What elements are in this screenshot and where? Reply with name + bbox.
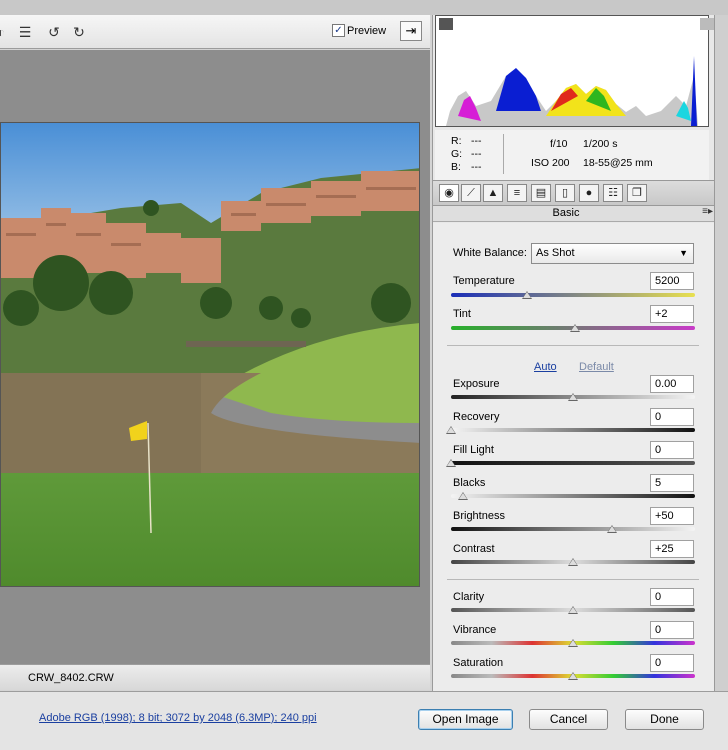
aperture-value: f/10 [550,138,568,150]
histogram [435,15,714,127]
adjustments-panel: R: --- G: --- B: --- f/10 1/200 s ISO 20… [432,15,715,691]
preview-area [0,50,430,664]
blacks-slider-track[interactable] [451,494,695,498]
window-top-strip [0,0,728,15]
contrast-slider-thumb[interactable] [568,558,578,566]
section-divider [447,579,699,580]
default-link[interactable]: Default [579,361,614,373]
blacks-label: Blacks [453,477,486,489]
split-toning-tab-icon[interactable]: ▤ [531,184,551,202]
clarity-slider-thumb[interactable] [568,606,578,614]
temperature-slider-thumb[interactable] [521,291,532,299]
chevron-down-icon: ▼ [679,248,688,258]
rotate-right-icon[interactable]: ↻ [70,23,88,41]
golf-course-image [1,123,419,586]
crop-icon[interactable]: ◐ [0,23,10,41]
saturation-field[interactable]: 0 [650,654,694,672]
blacks-field[interactable]: 5 [650,474,694,492]
b-label: B: [451,161,461,173]
basic-controls: White Balance: As Shot ▼ Temperature 520… [433,223,715,691]
panel-title: Basic [552,207,580,219]
brightness-slider-thumb[interactable] [607,525,618,533]
vibrance-slider-thumb[interactable] [568,639,578,647]
detail-tab-icon[interactable]: ▲ [483,184,503,202]
vibrance-label: Vibrance [453,624,497,636]
white-balance-value: As Shot [536,247,575,259]
preview-checkbox[interactable]: ✓ [332,24,345,37]
temperature-field[interactable]: 5200 [650,272,694,290]
white-balance-dropdown[interactable]: As Shot ▼ [531,243,694,264]
panel-menu-icon[interactable]: ≡▸ [702,206,713,217]
temperature-slider-track[interactable] [451,293,695,297]
histogram-graph [446,56,698,126]
exposure-label: Exposure [453,378,500,390]
g-value: --- [471,148,482,160]
panel-scrollbar[interactable] [714,15,728,691]
highlight-clipping-warning-icon[interactable] [700,18,714,30]
hsl-tab-icon[interactable]: ≡ [507,184,527,202]
filename-bar: CRW_8402.CRW [0,664,430,690]
brightness-label: Brightness [453,510,505,522]
photo-preview[interactable] [0,122,420,587]
tint-field[interactable]: +2 [650,305,694,323]
fill-light-slider-track[interactable] [451,461,695,465]
temperature-label: Temperature [453,275,515,287]
rgb-readout: R: --- G: --- B: --- f/10 1/200 s ISO 20… [435,130,709,180]
open-image-button[interactable]: Open Image [418,709,513,730]
list-icon[interactable]: ☰ [16,23,34,41]
fill-light-label: Fill Light [453,444,494,456]
lens-value: 18-55@25 mm [583,157,653,169]
tint-slider-thumb[interactable] [570,324,581,332]
camera-calibration-tab-icon[interactable]: ● [579,184,599,202]
workflow-options-link[interactable]: Adobe RGB (1998); 8 bit; 3072 by 2048 (6… [39,712,317,724]
blacks-slider-thumb[interactable] [458,492,469,500]
clarity-field[interactable]: 0 [650,588,694,606]
panel-title-bar: Basic ≡▸ [433,206,715,222]
fill-light-field[interactable]: 0 [650,441,694,459]
recovery-field[interactable]: 0 [650,408,694,426]
brightness-field[interactable]: +50 [650,507,694,525]
rotate-left-icon[interactable]: ↺ [45,23,63,41]
clarity-label: Clarity [453,591,485,603]
vibrance-field[interactable]: 0 [650,621,694,639]
exposure-field[interactable]: 0.00 [650,375,694,393]
g-label: G: [451,148,463,160]
r-label: R: [451,135,462,147]
r-value: --- [471,135,482,147]
recovery-slider-thumb[interactable] [446,426,456,434]
saturation-label: Saturation [453,657,504,669]
shadow-clipping-warning-icon[interactable] [439,18,453,30]
exposure-slider-thumb[interactable] [568,393,578,401]
auto-link[interactable]: Auto [534,361,557,373]
basic-tab-icon[interactable]: ◉ [439,184,459,202]
section-divider [447,345,699,346]
presets-tab-icon[interactable]: ☷ [603,184,623,202]
saturation-slider-thumb[interactable] [568,672,578,680]
cancel-button[interactable]: Cancel [529,709,608,730]
contrast-field[interactable]: +25 [650,540,694,558]
panel-tabs: ◉ ⟋ ▲ ≡ ▤ ▯ ● ☷ ❐ [433,180,715,206]
readout-divider [503,134,504,174]
recovery-label: Recovery [453,411,500,423]
b-value: --- [471,161,482,173]
tone-curve-tab-icon[interactable]: ⟋ [461,184,481,202]
contrast-label: Contrast [453,543,495,555]
iso-value: ISO 200 [531,157,570,169]
shutter-value: 1/200 s [583,138,618,150]
lens-corrections-tab-icon[interactable]: ▯ [555,184,575,202]
brightness-slider-track[interactable] [451,527,695,531]
fullscreen-toggle-icon[interactable]: ⇥ [400,21,422,41]
done-button[interactable]: Done [625,709,704,730]
fill-light-slider-thumb[interactable] [446,459,456,467]
preview-label: Preview [347,25,387,37]
toolbar: ◐ ☰ ↺ ↻ ✓ Preview ⇥ [0,15,430,49]
bottom-bar: Adobe RGB (1998); 8 bit; 3072 by 2048 (6… [0,691,728,750]
tint-label: Tint [453,308,471,320]
snapshots-tab-icon[interactable]: ❐ [627,184,647,202]
white-balance-label: White Balance: [453,247,527,259]
recovery-slider-track[interactable] [451,428,695,432]
filename-label: CRW_8402.CRW [28,672,114,684]
